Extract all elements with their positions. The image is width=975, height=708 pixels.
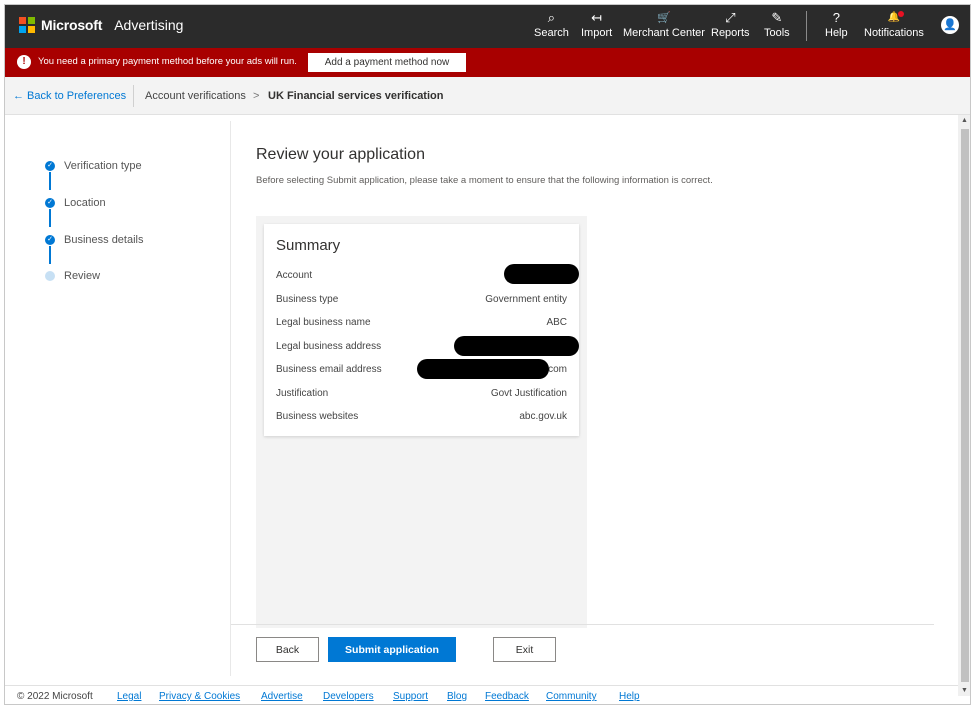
summary-card: Summary Account Business type Government…: [264, 224, 579, 436]
nav-divider: [806, 11, 807, 41]
footer-link-feedback[interactable]: Feedback: [485, 691, 529, 702]
reports-icon: ⤢: [725, 10, 736, 25]
row-key: Account: [276, 270, 313, 281]
summary-row-websites: Business websites abc.gov.uk: [276, 411, 567, 425]
footer-link-developers[interactable]: Developers: [323, 691, 374, 702]
nav-label: Help: [825, 27, 848, 39]
app-window: Microsoft Advertising ⌕ Search ↤ Import …: [4, 4, 971, 705]
footer-link-blog[interactable]: Blog: [447, 691, 467, 702]
nav-tools[interactable]: ✎ Tools: [764, 10, 790, 40]
avatar[interactable]: 👤: [941, 16, 959, 34]
chevron-right-icon: >: [253, 90, 260, 102]
nav-label: Merchant Center: [623, 27, 705, 39]
breadcrumb-current: UK Financial services verification: [268, 90, 444, 102]
check-icon: ✓: [45, 161, 55, 171]
step-label: Review: [64, 270, 101, 282]
row-key: Business email address: [276, 364, 382, 375]
nav-search[interactable]: ⌕ Search: [534, 10, 569, 40]
row-key: Justification: [276, 388, 329, 399]
logo[interactable]: Microsoft Advertising: [19, 17, 183, 33]
brand-name: Microsoft: [41, 17, 103, 33]
breadcrumb-divider: [133, 85, 134, 107]
page-title: Review your application: [256, 146, 425, 163]
step-label: Location: [64, 197, 106, 209]
search-icon: ⌕: [547, 10, 556, 25]
current-step-icon: [45, 271, 55, 281]
step-review: Review: [45, 270, 100, 282]
footer: © 2022 Microsoft Legal Privacy & Cookies…: [5, 685, 958, 704]
alert-text: You need a primary payment method before…: [38, 56, 297, 67]
step-business-details[interactable]: ✓ Business details: [45, 234, 144, 246]
redaction-bar: [454, 336, 579, 356]
footer-link-legal[interactable]: Legal: [117, 691, 141, 702]
scroll-up-icon[interactable]: ▲: [961, 117, 968, 124]
notification-badge: [898, 11, 904, 17]
back-to-preferences-link[interactable]: ← Back to Preferences: [13, 90, 126, 102]
step-label: Verification type: [64, 160, 142, 172]
step-label: Business details: [64, 234, 144, 246]
step-connector: [49, 209, 51, 227]
microsoft-logo-icon: [19, 17, 35, 33]
row-value: abc.gov.uk: [519, 411, 567, 422]
row-value: Government entity: [485, 294, 567, 305]
copyright: © 2022 Microsoft: [17, 691, 93, 702]
action-bar-divider: [231, 624, 934, 625]
footer-link-community[interactable]: Community: [546, 691, 597, 702]
sidebar-divider: [230, 121, 231, 676]
row-value: com: [548, 364, 567, 375]
footer-link-help[interactable]: Help: [619, 691, 640, 702]
submit-application-button[interactable]: Submit application: [328, 637, 456, 662]
summary-title: Summary: [276, 237, 341, 254]
scroll-down-icon[interactable]: ▼: [961, 687, 968, 694]
redaction-bar: [417, 359, 549, 379]
row-key: Legal business name: [276, 317, 371, 328]
step-sidebar: [5, 121, 230, 676]
check-icon: ✓: [45, 198, 55, 208]
cart-icon: 🛒: [657, 12, 671, 24]
step-verification-type[interactable]: ✓ Verification type: [45, 160, 142, 172]
vertical-scrollbar[interactable]: ▲ ▼: [958, 115, 970, 696]
page-subtitle: Before selecting Submit application, ple…: [256, 175, 713, 186]
import-icon: ↤: [591, 10, 603, 25]
help-icon: ?: [832, 10, 840, 25]
nav-help[interactable]: ? Help: [825, 10, 848, 40]
row-value: ABC: [546, 317, 567, 328]
nav-reports[interactable]: ⤢ Reports: [711, 10, 750, 40]
alert-icon: !: [17, 55, 31, 69]
scrollbar-thumb[interactable]: [961, 129, 969, 682]
summary-row-justification: Justification Govt Justification: [276, 388, 567, 402]
summary-row-business-type: Business type Government entity: [276, 294, 567, 308]
footer-link-advertise[interactable]: Advertise: [261, 691, 303, 702]
nav-import[interactable]: ↤ Import: [581, 10, 612, 40]
summary-row-legal-name: Legal business name ABC: [276, 317, 567, 331]
step-connector: [49, 172, 51, 190]
step-connector: [49, 246, 51, 264]
tools-icon: ✎: [771, 10, 783, 25]
nav-label: Tools: [764, 27, 790, 39]
footer-link-privacy[interactable]: Privacy & Cookies: [159, 691, 240, 702]
row-key: Legal business address: [276, 341, 382, 352]
footer-link-support[interactable]: Support: [393, 691, 428, 702]
check-icon: ✓: [45, 235, 55, 245]
step-location[interactable]: ✓ Location: [45, 197, 106, 209]
row-key: Business type: [276, 294, 339, 305]
add-payment-method-button[interactable]: Add a payment method now: [308, 53, 466, 72]
exit-button[interactable]: Exit: [493, 637, 556, 662]
redaction-bar: [504, 264, 579, 284]
nav-label: Notifications: [864, 27, 924, 39]
row-key: Business websites: [276, 411, 359, 422]
back-button[interactable]: Back: [256, 637, 319, 662]
nav-label: Reports: [711, 27, 750, 39]
payment-alert-banner: ! You need a primary payment method befo…: [5, 48, 970, 77]
breadcrumb: ← Back to Preferences Account verificati…: [5, 77, 970, 115]
row-value: Govt Justification: [490, 388, 567, 399]
nav-label: Search: [534, 27, 569, 39]
nav-label: Import: [581, 27, 613, 39]
nav-merchant-center[interactable]: 🛒 Merchant Center: [623, 10, 705, 40]
breadcrumb-account-verifications[interactable]: Account verifications: [145, 90, 246, 102]
nav-notifications[interactable]: 🔔 Notifications: [864, 10, 924, 40]
top-bar: Microsoft Advertising ⌕ Search ↤ Import …: [5, 5, 970, 48]
product-name: Advertising: [114, 17, 184, 33]
